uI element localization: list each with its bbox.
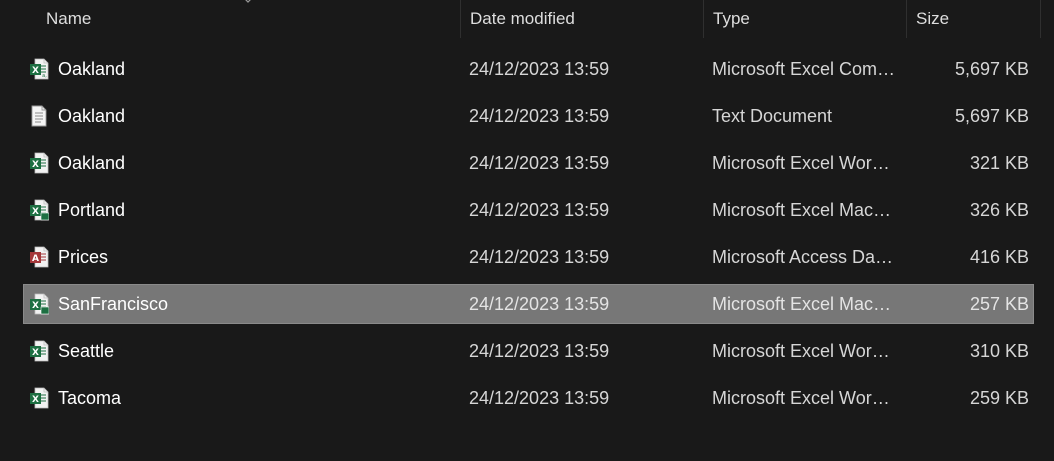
- file-row[interactable]: X Portland 24/12/2023 13:59 Microsoft Excel…: [0, 187, 1054, 234]
- file-size: 259 KB: [969, 388, 1029, 408]
- file-date-modified: 24/12/2023 13:59: [469, 247, 610, 267]
- text-document-icon: [31, 105, 47, 127]
- file-row[interactable]: X Seattle 24/12/2023 13:59 Microsoft Excel …: [0, 328, 1054, 375]
- file-size: 321 KB: [969, 153, 1029, 173]
- file-row[interactable]: X SanFrancisco 24/12/2023 13:59 Microsoft E…: [0, 281, 1054, 328]
- svg-text:X: X: [32, 301, 39, 311]
- access-database-icon: A: [30, 246, 49, 268]
- file-name[interactable]: Portland: [58, 187, 453, 234]
- file-type: Microsoft Excel Work…: [712, 153, 897, 173]
- file-size: 5,697 KB: [954, 59, 1029, 79]
- excel-csv-icon: Xa,: [30, 58, 49, 80]
- file-type: Microsoft Excel Work…: [712, 341, 897, 361]
- svg-text:X: X: [32, 160, 39, 170]
- file-size: 310 KB: [969, 341, 1029, 361]
- file-type: Microsoft Excel Work…: [712, 388, 897, 408]
- file-name[interactable]: Oakland: [58, 46, 453, 93]
- file-date-modified: 24/12/2023 13:59: [469, 294, 610, 314]
- file-row[interactable]: Oakland 24/12/2023 13:59 Text Document 5,69…: [0, 93, 1054, 140]
- file-name[interactable]: SanFrancisco: [58, 281, 453, 328]
- column-header-size[interactable]: Size: [906, 0, 1041, 38]
- file-row[interactable]: A Prices 24/12/2023 13:59 Microsoft Access …: [0, 234, 1054, 281]
- column-header-row: Name Date modified Type Size: [0, 0, 1054, 38]
- file-size: 416 KB: [969, 247, 1029, 267]
- column-header-type[interactable]: Type: [703, 0, 906, 38]
- file-row[interactable]: X Tacoma 24/12/2023 13:59 Microsoft Excel W…: [0, 375, 1054, 422]
- file-row[interactable]: X Oakland 24/12/2023 13:59 Microsoft Excel …: [0, 140, 1054, 187]
- file-type: Microsoft Excel Macr…: [712, 294, 897, 314]
- file-date-modified: 24/12/2023 13:59: [469, 153, 610, 173]
- file-row[interactable]: Xa, Oakland 24/12/2023 13:59 Microsoft Exce…: [0, 46, 1054, 93]
- excel-macro-icon: X: [30, 199, 49, 221]
- file-date-modified: 24/12/2023 13:59: [469, 341, 610, 361]
- excel-workbook-icon: X: [30, 152, 49, 174]
- file-name[interactable]: Oakland: [58, 140, 453, 187]
- file-list: Xa, Oakland 24/12/2023 13:59 Microsoft Exce…: [0, 46, 1054, 422]
- file-name[interactable]: Oakland: [58, 93, 453, 140]
- file-size: 257 KB: [969, 294, 1029, 314]
- file-type: Microsoft Access Dat…: [712, 247, 897, 267]
- file-date-modified: 24/12/2023 13:59: [469, 388, 610, 408]
- svg-text:X: X: [32, 395, 39, 405]
- excel-macro-icon: X: [30, 293, 49, 315]
- file-explorer-details-view: Name Date modified Type Size Xa, Oakland 2…: [0, 0, 1054, 461]
- file-name[interactable]: Seattle: [58, 328, 453, 375]
- file-type: Microsoft Excel Com…: [712, 59, 896, 79]
- svg-text:X: X: [32, 66, 39, 76]
- file-date-modified: 24/12/2023 13:59: [469, 59, 610, 79]
- file-size: 326 KB: [969, 200, 1029, 220]
- svg-text:X: X: [32, 348, 39, 358]
- file-name[interactable]: Prices: [58, 234, 453, 281]
- file-name[interactable]: Tacoma: [58, 375, 453, 422]
- column-header-date-modified[interactable]: Date modified: [460, 0, 703, 38]
- excel-workbook-icon: X: [30, 340, 49, 362]
- file-type: Text Document: [712, 106, 833, 126]
- column-header-name[interactable]: Name: [37, 0, 460, 38]
- file-date-modified: 24/12/2023 13:59: [469, 200, 610, 220]
- file-date-modified: 24/12/2023 13:59: [469, 106, 610, 126]
- svg-text:X: X: [32, 207, 39, 217]
- svg-text:A: A: [32, 254, 39, 264]
- svg-text:a,: a,: [42, 73, 47, 79]
- file-size: 5,697 KB: [954, 106, 1029, 126]
- excel-workbook-icon: X: [30, 387, 49, 409]
- file-type: Microsoft Excel Macr…: [712, 200, 897, 220]
